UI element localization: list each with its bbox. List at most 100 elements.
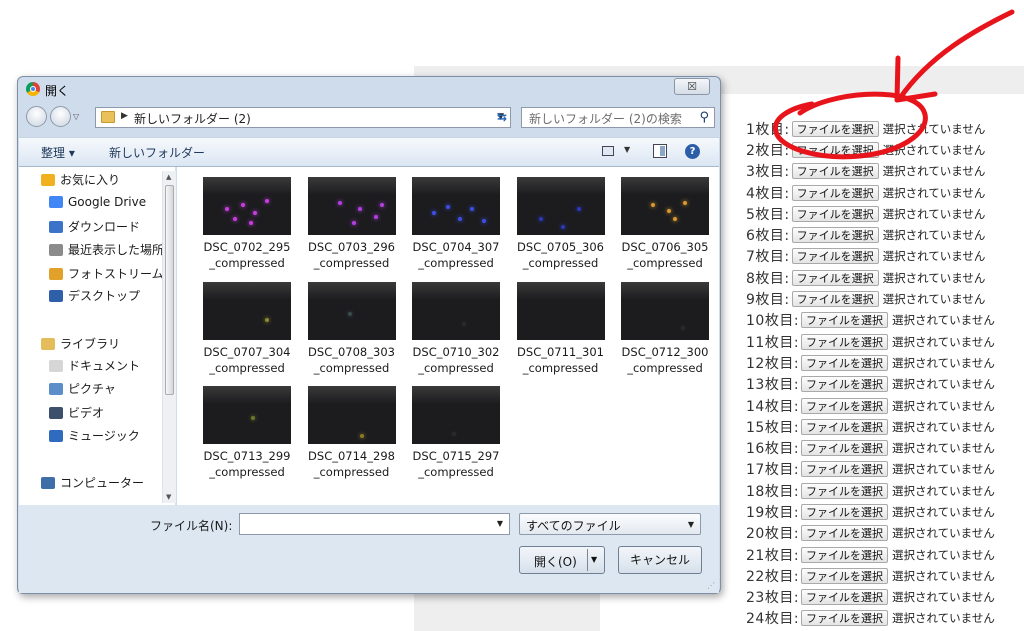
library-icon — [41, 337, 55, 350]
choose-file-button[interactable]: ファイルを選択 — [791, 291, 879, 308]
file-name: DSC_0712_300 — [621, 344, 709, 359]
file-item[interactable]: DSC_0713_299 _compressed — [197, 386, 297, 480]
choose-file-button[interactable]: ファイルを選択 — [801, 589, 889, 606]
file-item[interactable]: DSC_0712_300 _compressed — [615, 281, 715, 376]
file-item[interactable]: DSC_0703_296 _compressed — [302, 177, 402, 271]
file-item[interactable]: DSC_0714_298 _compressed — [302, 386, 402, 480]
choose-file-button[interactable]: ファイルを選択 — [801, 567, 889, 584]
music-icon — [49, 429, 63, 442]
file-slot-label: 9枚目: — [746, 292, 790, 309]
sidebar-item-label: デスクトップ — [68, 289, 141, 303]
open-button[interactable]: 開く(O) ▼ — [519, 546, 605, 574]
choose-file-button[interactable]: ファイルを選択 — [801, 461, 889, 478]
sidebar-item-label: ピクチャ — [68, 382, 116, 396]
thumbnail-light-spot — [265, 317, 269, 322]
file-slot-row: 2枚目: ファイルを選択 選択されていません — [746, 139, 1024, 160]
navigation-pane-scrollbar[interactable]: ▲ ▼ — [162, 171, 176, 503]
choose-file-button[interactable]: ファイルを選択 — [801, 503, 889, 520]
file-item[interactable]: DSC_0710_302 _compressed — [406, 281, 506, 376]
choose-file-button[interactable]: ファイルを選択 — [791, 227, 879, 244]
sidebar-item[interactable]: フォトストリーム — [49, 265, 164, 282]
search-icon[interactable]: ⚲ — [699, 110, 709, 125]
scroll-down-icon[interactable]: ▼ — [166, 493, 171, 501]
file-type-dropdown-icon[interactable]: ▼ — [688, 520, 694, 529]
sidebar-item[interactable]: ダウンロード — [49, 218, 140, 235]
file-type-select[interactable]: すべてのファイル ▼ — [519, 513, 701, 535]
sidebar-item[interactable]: お気に入り — [41, 171, 120, 188]
preview-pane-icon[interactable] — [653, 144, 667, 158]
sidebar-item[interactable]: ビデオ — [49, 404, 104, 421]
sidebar-item[interactable]: デスクトップ — [49, 287, 140, 304]
choose-file-button[interactable]: ファイルを選択 — [801, 376, 889, 393]
back-button[interactable] — [26, 106, 47, 127]
thumbnail-light-spot — [357, 207, 362, 211]
view-icon[interactable] — [602, 146, 614, 156]
choose-file-button[interactable]: ファイルを選択 — [801, 546, 889, 563]
search-input[interactable]: 新しいフォルダー (2)の検索 ⚲ — [521, 107, 715, 128]
address-path[interactable]: 新しいフォルダー (2) — [134, 110, 251, 127]
open-options-dropdown-icon[interactable]: ▼ — [591, 555, 597, 564]
refresh-icon[interactable]: ⇆ — [497, 110, 507, 124]
choose-file-button[interactable]: ファイルを選択 — [791, 141, 879, 158]
breadcrumb-arrow-icon[interactable]: ▶ — [121, 111, 128, 121]
file-thumbnail — [307, 177, 396, 235]
sidebar-item[interactable]: 最近表示した場所 — [49, 241, 164, 258]
close-button[interactable]: ☒ — [674, 78, 710, 95]
cancel-button[interactable]: キャンセル — [618, 546, 702, 574]
choose-file-button[interactable]: ファイルを選択 — [801, 525, 889, 542]
sidebar-item[interactable]: ミュージック — [49, 427, 140, 444]
scrollbar-thumb[interactable] — [165, 185, 174, 395]
file-item[interactable]: DSC_0702_295 _compressed — [197, 177, 297, 271]
choose-file-button[interactable]: ファイルを選択 — [791, 248, 879, 265]
thumbnail-light-spot — [482, 219, 486, 223]
filename-dropdown-icon[interactable]: ▼ — [497, 519, 503, 528]
file-slot-status: 選択されていません — [892, 568, 995, 583]
choose-file-button[interactable]: ファイルを選択 — [791, 120, 879, 137]
thumbnail-light-spot — [241, 203, 245, 207]
choose-file-button[interactable]: ファイルを選択 — [801, 418, 889, 435]
thumbnail-light-spot — [359, 434, 364, 438]
file-item[interactable]: DSC_0706_305 _compressed — [615, 177, 715, 271]
thumbnail-light-spot — [458, 217, 462, 221]
file-item[interactable]: DSC_0705_306 _compressed — [511, 177, 611, 271]
recent-pages-dropdown-icon[interactable]: ▽ — [73, 112, 79, 121]
forward-button[interactable] — [50, 106, 71, 127]
address-bar[interactable]: ▶ 新しいフォルダー (2) ▼ — [95, 107, 511, 128]
choose-file-button[interactable]: ファイルを選択 — [801, 333, 889, 350]
file-item[interactable]: DSC_0711_301 _compressed — [511, 281, 611, 376]
choose-file-button[interactable]: ファイルを選択 — [791, 205, 879, 222]
file-thumbnail — [307, 386, 396, 444]
file-item[interactable]: DSC_0708_303 _compressed — [302, 281, 402, 376]
choose-file-button[interactable]: ファイルを選択 — [801, 610, 889, 627]
sidebar-item[interactable]: ライブラリ — [41, 335, 120, 352]
choose-file-button[interactable]: ファイルを選択 — [791, 184, 879, 201]
resize-grip-icon[interactable]: ⋰ — [707, 581, 715, 590]
organize-button[interactable]: 整理 ▾ — [41, 144, 75, 161]
file-slot-label: 11枚目: — [746, 334, 800, 351]
sidebar-item[interactable]: ピクチャ — [49, 380, 116, 397]
file-thumbnail — [621, 177, 709, 235]
choose-file-button[interactable]: ファイルを選択 — [801, 312, 889, 329]
choose-file-button[interactable]: ファイルを選択 — [801, 482, 889, 499]
scroll-up-icon[interactable]: ▲ — [166, 173, 171, 181]
choose-file-button[interactable]: ファイルを選択 — [801, 354, 889, 371]
file-item[interactable]: DSC_0715_297 _compressed — [406, 386, 506, 480]
file-item[interactable]: DSC_0707_304 _compressed — [197, 281, 297, 376]
sidebar-item[interactable]: Google Drive — [49, 195, 146, 209]
file-name-suffix: _compressed — [418, 256, 494, 270]
choose-file-button[interactable]: ファイルを選択 — [801, 440, 889, 457]
filename-input[interactable]: ▼ — [239, 513, 510, 535]
choose-file-button[interactable]: ファイルを選択 — [791, 269, 879, 286]
choose-file-button[interactable]: ファイルを選択 — [801, 397, 889, 414]
choose-file-button[interactable]: ファイルを選択 — [791, 163, 879, 180]
help-icon[interactable]: ? — [685, 144, 700, 159]
sidebar-item-label: フォトストリーム — [68, 267, 164, 281]
file-slot-status: 選択されていません — [892, 441, 995, 456]
new-folder-button[interactable]: 新しいフォルダー — [109, 144, 205, 161]
view-dropdown-icon[interactable]: ▼ — [624, 145, 630, 154]
sidebar-item[interactable]: コンピューター — [41, 474, 144, 491]
file-item[interactable]: DSC_0704_307 _compressed — [406, 177, 506, 271]
sidebar-item[interactable]: ドキュメント — [49, 357, 140, 374]
file-slot-label: 1枚目: — [746, 121, 790, 138]
file-slot-row: 16枚目: ファイルを選択 選択されていません — [746, 437, 1024, 458]
